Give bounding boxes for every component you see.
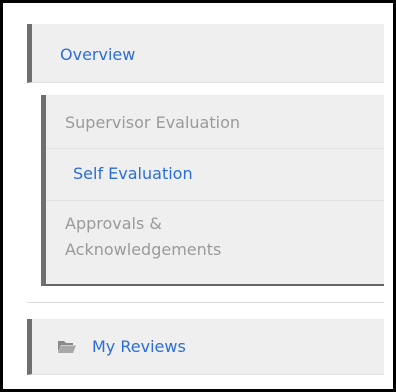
nav-item-overview-label: Overview <box>60 45 136 64</box>
nav-item-approvals-acknowledgements[interactable]: Approvals & Acknowledgements <box>46 201 384 284</box>
nav-item-my-reviews[interactable]: My Reviews <box>27 319 384 375</box>
evaluation-submenu: Supervisor Evaluation Self Evaluation Ap… <box>41 95 384 286</box>
nav-item-approvals-acknowledgements-label: Approvals & Acknowledgements <box>65 214 222 259</box>
nav-item-self-evaluation[interactable]: Self Evaluation <box>46 149 384 201</box>
nav-item-supervisor-evaluation[interactable]: Supervisor Evaluation <box>46 95 384 149</box>
folder-open-icon <box>58 339 76 353</box>
nav-item-self-evaluation-label: Self Evaluation <box>73 164 193 183</box>
nav-item-overview[interactable]: Overview <box>27 24 384 83</box>
nav-item-supervisor-evaluation-label: Supervisor Evaluation <box>65 113 240 132</box>
screenshot-frame: Overview Supervisor Evaluation Self Eval… <box>0 0 396 392</box>
section-divider <box>27 302 384 303</box>
nav-item-my-reviews-label: My Reviews <box>92 337 186 356</box>
